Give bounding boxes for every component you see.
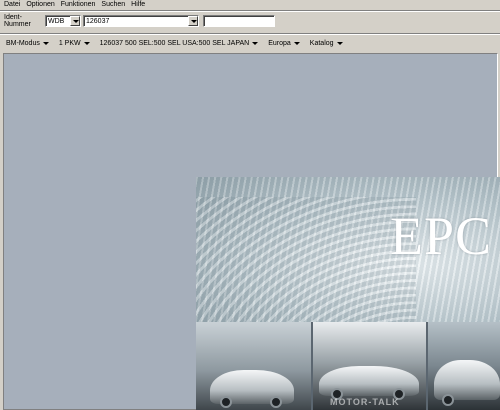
menu-bar: Datei Optionen Funktionen Suchen Hilfe bbox=[0, 0, 500, 10]
model-label: 126037 500 SEL:500 SEL USA:500 SEL JAPAN bbox=[99, 39, 250, 47]
bm-modus-dropdown[interactable]: BM-Modus bbox=[6, 40, 49, 47]
selection-toolbar: BM-Modus 1 PKW 126037 500 SEL:500 SEL US… bbox=[0, 36, 500, 50]
car-photo bbox=[428, 322, 500, 410]
chevron-down-icon bbox=[252, 41, 259, 45]
menu-hilfe[interactable]: Hilfe bbox=[131, 0, 145, 10]
bm-modus-label: BM-Modus bbox=[6, 39, 40, 47]
chevron-down-icon[interactable] bbox=[70, 16, 80, 26]
region-label: Europa bbox=[268, 39, 291, 47]
toolbar-separator bbox=[0, 33, 500, 35]
chevron-down-icon bbox=[336, 41, 343, 45]
chevron-down-icon bbox=[293, 41, 300, 45]
catalog-dropdown[interactable]: Katalog bbox=[310, 40, 343, 47]
wheel-shape bbox=[220, 396, 232, 408]
region-dropdown[interactable]: Europa bbox=[268, 40, 300, 47]
menu-funktionen[interactable]: Funktionen bbox=[61, 0, 96, 10]
menu-suchen[interactable]: Suchen bbox=[101, 0, 125, 10]
watermark: MOTOR-TALK bbox=[330, 397, 400, 407]
menu-datei[interactable]: Datei bbox=[4, 0, 20, 10]
catalog-label: Katalog bbox=[309, 39, 334, 47]
ident-prefix-value: WDB bbox=[48, 18, 65, 25]
epc-logo: EPC bbox=[389, 206, 492, 266]
epc-banner-image: EPC bbox=[196, 177, 500, 397]
car-photo bbox=[196, 322, 312, 410]
chevron-down-icon bbox=[42, 41, 49, 45]
wheel-shape bbox=[270, 396, 282, 408]
ident-prefix-combo[interactable]: WDB bbox=[45, 15, 81, 27]
model-dropdown[interactable]: 126037 500 SEL:500 SEL USA:500 SEL JAPAN bbox=[100, 40, 259, 47]
ident-number-value: 126037 bbox=[86, 18, 110, 25]
ident-label: Ident-Nummer bbox=[4, 14, 31, 28]
epc-splash-panel: EPC bbox=[196, 177, 500, 410]
chevron-down-icon[interactable] bbox=[188, 16, 198, 26]
menu-optionen[interactable]: Optionen bbox=[26, 0, 54, 10]
vehicle-class-dropdown[interactable]: 1 PKW bbox=[59, 40, 90, 47]
wheel-shape bbox=[442, 394, 455, 406]
vehicle-class-label: 1 PKW bbox=[58, 39, 81, 47]
chevron-down-icon bbox=[83, 41, 90, 45]
ident-number-combo[interactable]: 126037 bbox=[83, 15, 199, 27]
ident-extra-field[interactable] bbox=[203, 15, 275, 27]
